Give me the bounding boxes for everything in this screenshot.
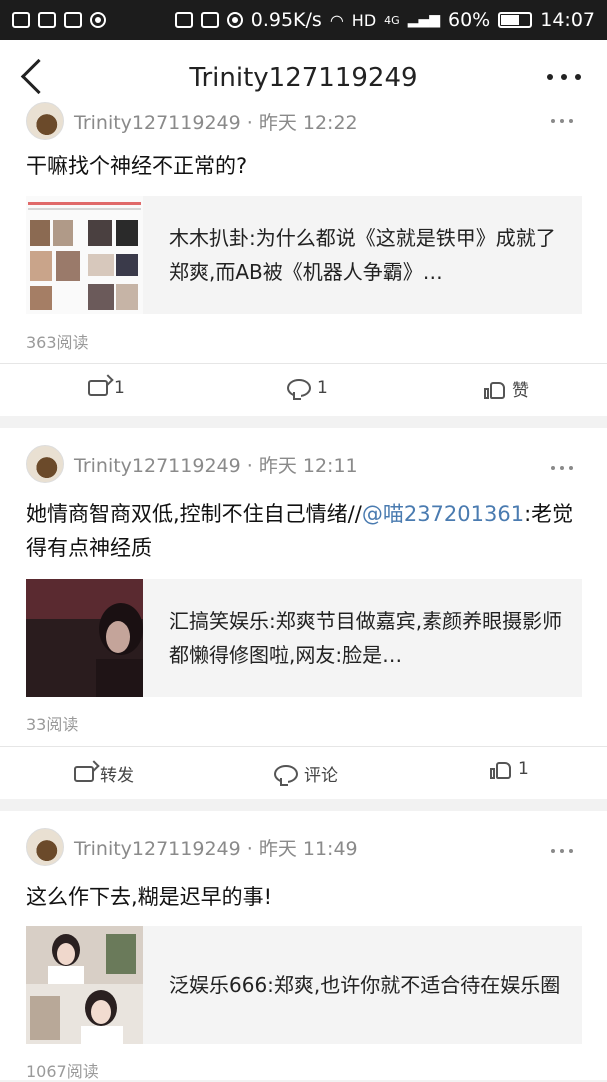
post-card: Trinity127119249 · 昨天 12:22 干嘛找个神经不正常的? … xyxy=(0,95,607,416)
status-right-icons: 0.95K/s ◠ HD 4G ▂▄▆ 60% 14:07 xyxy=(174,9,595,31)
avatar[interactable] xyxy=(26,102,64,140)
thumbs-up-icon xyxy=(490,759,512,779)
comment-button[interactable]: 评论 xyxy=(274,761,338,786)
post-text: 干嘛找个神经不正常的? xyxy=(26,154,248,178)
read-count: 33阅读 xyxy=(26,715,79,734)
wifi-icon: ◠ xyxy=(329,10,344,30)
status-left-icons xyxy=(12,12,106,28)
comment-count: 1 xyxy=(317,378,328,398)
like-label: 赞 xyxy=(512,381,529,401)
repost-button[interactable]: 1 xyxy=(88,378,125,398)
back-arrow-icon[interactable] xyxy=(20,58,57,95)
more-menu-icon[interactable] xyxy=(547,74,581,80)
post-text-part: 她情商智商双低,控制不住自己情绪// xyxy=(26,502,362,526)
read-count: 1067阅读 xyxy=(26,1062,99,1081)
record-icon xyxy=(90,12,106,28)
watermark-logo: 悟空问答 xyxy=(500,1046,593,1070)
signal-icon: ▂▄▆ xyxy=(407,12,440,28)
quoted-article[interactable]: 木木扒卦:为什么都说《这就是铁甲》成就了郑爽,而AB被《机器人争霸》… xyxy=(26,196,582,314)
alarm-icon xyxy=(226,12,243,28)
package-icon xyxy=(38,12,56,28)
like-button[interactable]: 1 xyxy=(490,759,529,779)
network-speed: 0.95K/s xyxy=(250,9,322,31)
comment-button[interactable]: 1 xyxy=(287,378,328,400)
divider xyxy=(0,746,607,747)
avatar[interactable] xyxy=(26,445,64,483)
clock: 14:07 xyxy=(540,9,595,31)
post-more-icon[interactable] xyxy=(551,849,573,853)
status-bar: 0.95K/s ◠ HD 4G ▂▄▆ 60% 14:07 xyxy=(0,0,607,40)
avatar[interactable] xyxy=(26,828,64,866)
post-more-icon[interactable] xyxy=(551,466,573,470)
article-thumbnail xyxy=(26,926,143,1044)
comment-label: 评论 xyxy=(304,766,338,786)
quoted-article[interactable]: 汇搞笑娱乐:郑爽节目做嘉宾,素颜养眼摄影师都懒得修图啦,网友:脸是… xyxy=(26,579,582,697)
repost-count: 1 xyxy=(114,378,125,398)
quoted-article[interactable]: 泛娱乐666:郑爽,也许你就不适合待在娱乐圈 xyxy=(26,926,582,1044)
post-more-icon[interactable] xyxy=(551,119,573,123)
post-meta: Trinity127119249 · 昨天 12:22 xyxy=(74,111,358,134)
thumbs-up-icon xyxy=(484,379,506,399)
post-text: 她情商智商双低,控制不住自己情绪//@喵237201361:老觉得有点神经质 xyxy=(26,497,586,565)
comment-icon xyxy=(287,379,311,400)
page-title: Trinity127119249 xyxy=(189,63,418,93)
post-meta: Trinity127119249 · 昨天 12:11 xyxy=(74,454,358,477)
post-header: Trinity127119249 · 昨天 12:11 xyxy=(26,445,358,483)
repost-icon xyxy=(74,765,94,782)
watermark-text: 悟空问答 xyxy=(528,1050,593,1069)
like-button[interactable]: 赞 xyxy=(484,376,529,401)
post-card: Trinity127119249 · 昨天 11:49 这么作下去,糊是迟早的事… xyxy=(0,811,607,1081)
battery-icon xyxy=(498,12,533,28)
repost-label: 转发 xyxy=(100,766,134,786)
gallery-icon xyxy=(12,12,30,28)
read-count: 363阅读 xyxy=(26,333,89,352)
post-text: 这么作下去,糊是迟早的事! xyxy=(26,885,273,909)
apps-icon xyxy=(64,12,82,28)
repost-icon xyxy=(88,380,108,396)
network-type: HD xyxy=(351,10,377,30)
quoted-article-text: 泛娱乐666:郑爽,也许你就不适合待在娱乐圈 xyxy=(169,973,561,997)
post-header: Trinity127119249 · 昨天 12:22 xyxy=(26,102,358,140)
like-count: 1 xyxy=(518,759,529,779)
post-card: Trinity127119249 · 昨天 12:11 她情商智商双低,控制不住… xyxy=(0,428,607,799)
comment-icon xyxy=(274,764,298,786)
battery-level: 60% xyxy=(448,9,491,31)
repost-button[interactable]: 转发 xyxy=(74,761,134,786)
mute-icon xyxy=(200,12,219,28)
signal-type: 4G xyxy=(384,13,400,27)
mention-link[interactable]: @喵237201361 xyxy=(362,502,524,526)
watermark-icon xyxy=(500,1047,523,1069)
post-meta: Trinity127119249 · 昨天 11:49 xyxy=(74,837,358,860)
quoted-article-text: 木木扒卦:为什么都说《这就是铁甲》成就了郑爽,而AB被《机器人争霸》… xyxy=(169,226,556,284)
article-thumbnail xyxy=(26,196,143,314)
location-icon xyxy=(174,12,193,28)
post-header: Trinity127119249 · 昨天 11:49 xyxy=(26,828,358,866)
quoted-article-text: 汇搞笑娱乐:郑爽节目做嘉宾,素颜养眼摄影师都懒得修图啦,网友:脸是… xyxy=(169,609,563,667)
divider xyxy=(0,363,607,364)
article-thumbnail xyxy=(26,579,143,697)
